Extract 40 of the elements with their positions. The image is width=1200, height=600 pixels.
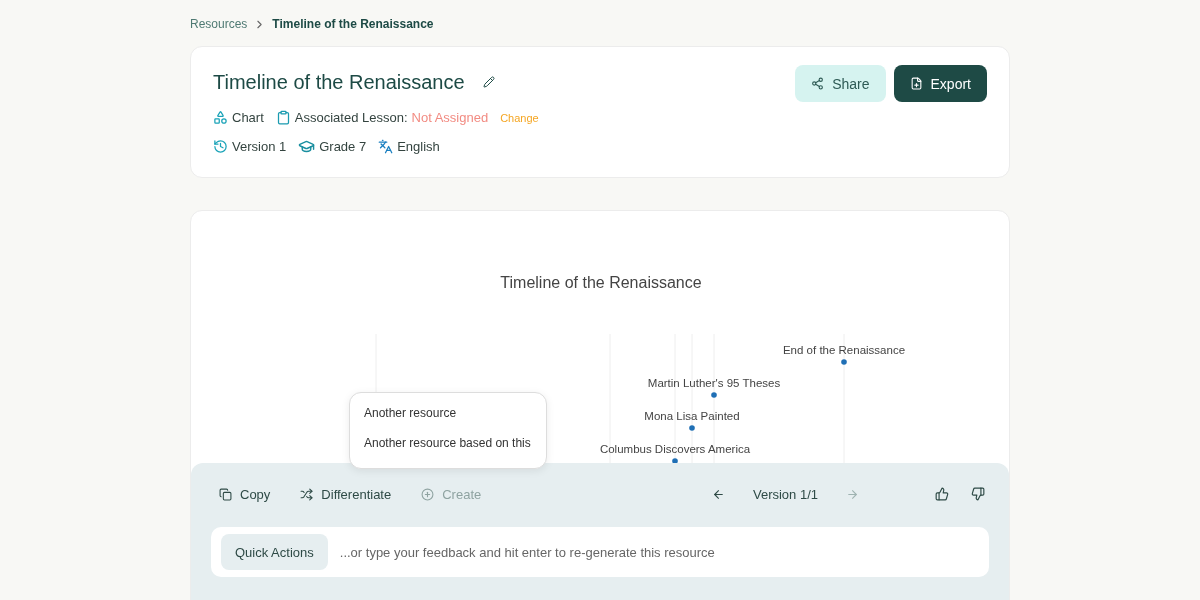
edit-icon[interactable]: [482, 76, 495, 89]
event-dot: [841, 359, 847, 365]
arrow-right-icon: [846, 487, 859, 501]
menu-item[interactable]: Another resource: [364, 405, 457, 421]
lesson-status: Not Assigned: [411, 110, 489, 126]
event-label: Martin Luther's 95 Theses: [647, 377, 781, 389]
differentiate-button[interactable]: Differentiate: [292, 482, 400, 506]
shapes-icon: [213, 110, 228, 126]
version-label: Version 1/1: [752, 486, 818, 502]
share-icon: [811, 77, 825, 90]
detail-label: Version 1: [232, 139, 287, 155]
translate-icon: [378, 139, 394, 155]
event-dot: [689, 425, 695, 431]
meta-label: Associated Lesson:: [294, 110, 408, 126]
quick-actions-button[interactable]: Quick Actions: [221, 534, 328, 570]
export-button[interactable]: Export: [893, 65, 987, 102]
detail-label: Grade 7: [319, 139, 367, 155]
clock-icon: [213, 139, 228, 155]
copy-button[interactable]: Copy: [211, 482, 279, 506]
feedback-field[interactable]: Quick Actions ...or type your feedback and hit enter to re-generate this resource: [211, 527, 989, 577]
chart-title: Timeline of the Renaissance: [500, 274, 702, 291]
event-label: Columbus Discovers America: [599, 443, 751, 455]
menu-item[interactable]: Another resource based on this: [364, 435, 531, 451]
detail-label: English: [397, 139, 440, 155]
event-label: Mona Lisa Painted: [644, 410, 740, 422]
arrow-left-icon: [711, 487, 725, 501]
plus-circle-icon: [421, 487, 435, 501]
event-dot: [711, 392, 717, 398]
breadcrumb-item[interactable]: Resources: [190, 17, 248, 31]
file-icon: [909, 77, 923, 90]
thumbs-down-icon: [971, 487, 985, 501]
shuffle-icon: [300, 487, 314, 501]
copy-icon: [219, 487, 232, 501]
resource-title: Timeline of the Renaissance: [213, 70, 465, 94]
share-button[interactable]: Share: [795, 65, 886, 102]
breadcrumb-item: Timeline of the Renaissance: [272, 17, 434, 31]
clipboard-icon: [275, 110, 291, 126]
event-label: End of the Renaissance: [782, 344, 906, 356]
meta-label: Chart: [232, 110, 264, 126]
thumbs-up-icon: [935, 487, 949, 501]
